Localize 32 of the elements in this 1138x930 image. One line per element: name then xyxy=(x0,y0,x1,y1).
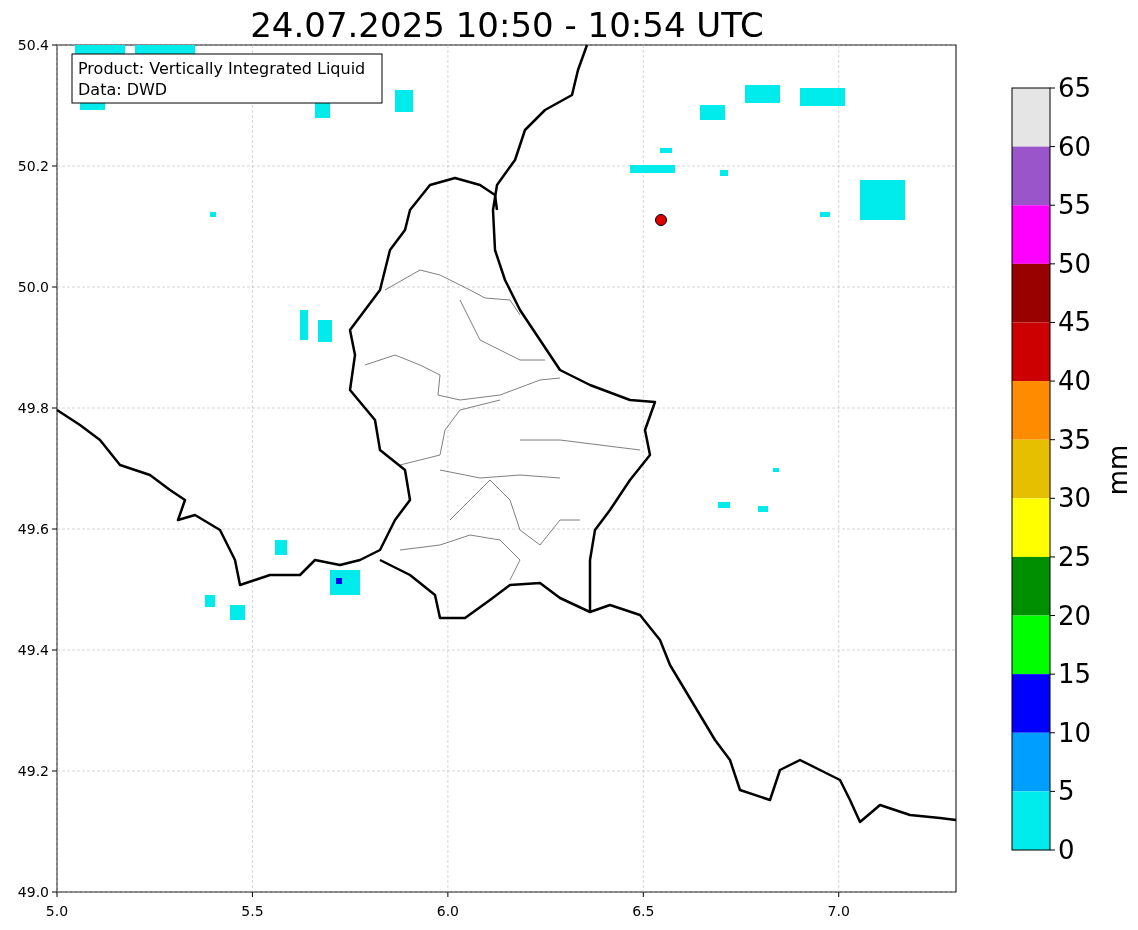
location-marker xyxy=(655,214,667,226)
axis-tick-label: 49.0 xyxy=(17,884,49,900)
colorbar-tick-label: 30 xyxy=(1058,483,1092,514)
axis-tick-label: 5.0 xyxy=(45,903,69,919)
axis-tick-label: 49.2 xyxy=(17,763,49,779)
colorbar-tick-label: 60 xyxy=(1058,131,1092,162)
colorbar-label: mm xyxy=(1103,444,1133,496)
axis-tick-label: 49.8 xyxy=(17,400,49,416)
info-text: Data: DWD xyxy=(78,79,168,99)
axis-tick-label: 50.2 xyxy=(17,158,49,174)
plot-title: 24.07.2025 10:50 - 10:54 UTC xyxy=(250,5,764,45)
colorbar-tick-label: 55 xyxy=(1058,190,1092,221)
colorbar-tick-label: 65 xyxy=(1058,73,1092,103)
info-text: Product: Vertically Integrated Liquid xyxy=(78,58,366,78)
colorbar-tick-label: 20 xyxy=(1058,600,1092,631)
colorbar-tick-label: 15 xyxy=(1058,659,1092,690)
axis-tick-label: 7.0 xyxy=(827,903,850,919)
colorbar-tick-label: 50 xyxy=(1058,248,1092,279)
axis-tick-label: 6.0 xyxy=(436,903,459,919)
colorbar-tick-label: 5 xyxy=(1058,776,1075,807)
axis-tick-label: 50.4 xyxy=(17,37,49,53)
colorbar-tick-label: 25 xyxy=(1058,541,1092,572)
axis-tick-label: 50.0 xyxy=(17,279,49,295)
colorbar-tick-label: 45 xyxy=(1058,307,1092,338)
colorbar-tick-label: 10 xyxy=(1058,717,1092,748)
axis-tick-label: 5.5 xyxy=(241,903,264,919)
colorbar-tick-label: 40 xyxy=(1058,366,1092,397)
colorbar-tick-label: 35 xyxy=(1058,424,1092,455)
axis-tick-label: 49.4 xyxy=(17,642,49,658)
axis-tick-label: 6.5 xyxy=(632,903,655,919)
colorbar-tick-label: 0 xyxy=(1058,835,1075,865)
axis-tick-label: 49.6 xyxy=(17,521,49,537)
